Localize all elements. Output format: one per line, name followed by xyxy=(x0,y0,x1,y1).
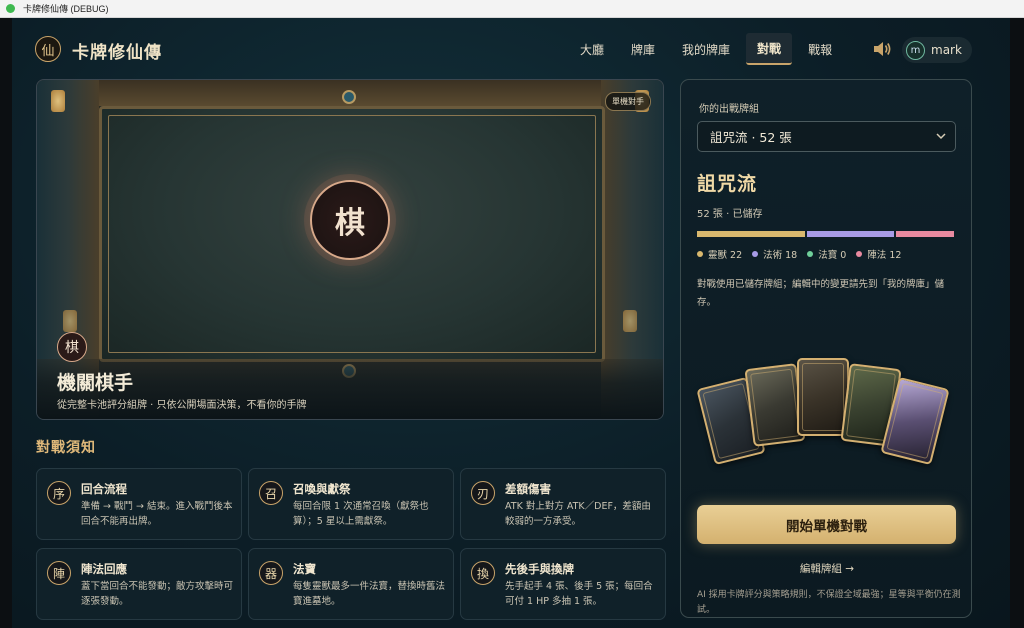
legend-label: 法寶 0 xyxy=(818,250,847,261)
deck-select[interactable]: 詛咒流 · 52 張 xyxy=(697,121,956,152)
legend-item: 法術 18 xyxy=(752,247,797,261)
battle-board-preview: 單機對手 棋 棋 機關棋手 從完整卡池評分組牌 · 只依公開場面決策，不看你的手… xyxy=(36,79,664,420)
window-status-icon[interactable] xyxy=(6,4,15,13)
rules-heading: 對戰須知 xyxy=(36,440,96,456)
rule-text: 蓋下當回合不能發動；敵方攻擊時可逐張發動。 xyxy=(81,581,234,607)
app-root: 仙 卡牌修仙傳 大廳 牌庫 我的牌庫 對戰 戰報 m mark 單機對手 棋 棋… xyxy=(12,18,1010,628)
rule-card: 陣 陣法回應 蓋下當回合不能發動；敵方攻擊時可逐張發動。 xyxy=(36,548,242,620)
rule-card: 序 回合流程 準備 → 戰鬥 → 結束。進入戰鬥後本回合不能再出牌。 xyxy=(36,468,242,540)
legend-dot-icon xyxy=(697,251,703,257)
start-battle-button[interactable]: 開始單機對戰 xyxy=(697,505,956,544)
legend-item: 靈獸 22 xyxy=(697,247,742,261)
composition-segment xyxy=(806,231,895,237)
card-thumbnail xyxy=(797,358,849,436)
chevron-down-icon xyxy=(936,133,946,140)
rule-title: 先後手與換牌 xyxy=(505,562,574,576)
legend-label: 陣法 12 xyxy=(867,250,902,261)
nav-lobby[interactable]: 大廳 xyxy=(569,33,615,65)
formation-icon: 陣 xyxy=(47,561,71,585)
composition-segment xyxy=(697,231,805,237)
deck-panel: 你的出戰牌組 詛咒流 · 52 張 詛咒流 52 張 · 已儲存 靈獸 22 法… xyxy=(680,79,972,618)
nav-card-library[interactable]: 牌庫 xyxy=(620,33,666,65)
deck-meta: 52 張 · 已儲存 xyxy=(697,209,763,220)
nav-battle[interactable]: 對戰 xyxy=(746,33,793,65)
deck-composition-bar xyxy=(697,231,956,237)
rule-title: 回合流程 xyxy=(81,482,127,496)
rule-title: 召喚與獻祭 xyxy=(293,482,351,496)
opponent-description: 從完整卡池評分組牌 · 只依公開場面決策，不看你的手牌 xyxy=(57,400,307,411)
nav-my-library[interactable]: 我的牌庫 xyxy=(671,33,741,65)
legend-label: 法術 18 xyxy=(763,250,798,261)
left-gutter xyxy=(0,18,12,628)
artifact-icon: 器 xyxy=(259,561,283,585)
mode-tag: 單機對手 xyxy=(605,92,651,111)
deck-select-label: 你的出戰牌組 xyxy=(699,104,759,115)
lantern-icon xyxy=(63,310,77,332)
speaker-icon[interactable] xyxy=(872,41,892,57)
right-gutter xyxy=(1010,18,1024,628)
deck-legend: 靈獸 22 法術 18 法寶 0 陣法 12 xyxy=(697,247,911,261)
opponent-emblem: 棋 xyxy=(310,180,390,260)
opponent-badge-icon: 棋 xyxy=(57,332,87,362)
edit-deck-link[interactable]: 編輯牌組 → xyxy=(681,561,973,576)
rule-text: 每隻靈獸最多一件法寶，替換時舊法寶進墓地。 xyxy=(293,581,446,607)
rule-title: 陣法回應 xyxy=(81,562,127,576)
legend-dot-icon xyxy=(807,251,814,257)
rule-card: 刃 差額傷害 ATK 對上對方 ATK／DEF，差額由較弱的一方承受。 xyxy=(460,468,666,540)
main-nav: 大廳 牌庫 我的牌庫 對戰 戰報 xyxy=(569,33,848,65)
nav-battle-reports[interactable]: 戰報 xyxy=(797,33,843,65)
rule-text: 每回合限 1 次通常召喚（獻祭也算）；5 星以上需獻祭。 xyxy=(293,501,429,527)
top-header: 仙 卡牌修仙傳 大廳 牌庫 我的牌庫 對戰 戰報 m mark xyxy=(12,18,1010,80)
rule-text: ATK 對上對方 ATK／DEF，差額由較弱的一方承受。 xyxy=(505,501,651,527)
lantern-icon xyxy=(51,90,65,112)
opponent-name: 機關棋手 xyxy=(57,372,134,394)
deck-card-fan xyxy=(696,352,959,482)
swap-icon: 換 xyxy=(471,561,495,585)
rule-text: 準備 → 戰鬥 → 結束。進入戰鬥後本回合不能再出牌。 xyxy=(81,501,233,527)
window-title-bar: 卡牌修仙傳 (DEBUG) xyxy=(0,0,1024,18)
legend-dot-icon xyxy=(752,251,759,257)
rule-card: 器 法寶 每隻靈獸最多一件法寶，替換時舊法寶進墓地。 xyxy=(248,548,454,620)
window-title: 卡牌修仙傳 (DEBUG) xyxy=(23,4,109,14)
lantern-icon xyxy=(623,310,637,332)
rule-title: 法寶 xyxy=(293,562,316,576)
user-name: mark xyxy=(931,43,962,57)
board-gem-icon xyxy=(342,90,356,104)
rule-card: 召 召喚與獻祭 每回合限 1 次通常召喚（獻祭也算）；5 星以上需獻祭。 xyxy=(248,468,454,540)
summon-icon: 召 xyxy=(259,481,283,505)
ai-disclaimer: AI 採用卡牌評分與策略規則，不保證全域最強；星等與平衡仍在測試。 xyxy=(697,590,961,615)
app-name: 卡牌修仙傳 xyxy=(72,43,162,63)
logo-icon: 仙 xyxy=(35,36,61,62)
rule-title: 差額傷害 xyxy=(505,482,551,496)
avatar: m xyxy=(906,40,925,60)
composition-segment xyxy=(896,231,954,237)
legend-item: 陣法 12 xyxy=(856,247,901,261)
deck-select-value: 詛咒流 · 52 張 xyxy=(710,130,792,145)
blade-icon: 刃 xyxy=(471,481,495,505)
legend-label: 靈獸 22 xyxy=(708,250,743,261)
rule-text: 先手起手 4 張、後手 5 張；每回合可付 1 HP 多抽 1 張。 xyxy=(505,581,653,607)
sequence-icon: 序 xyxy=(47,481,71,505)
legend-dot-icon xyxy=(856,251,863,257)
rule-card: 換 先後手與換牌 先手起手 4 張、後手 5 張；每回合可付 1 HP 多抽 1… xyxy=(460,548,666,620)
deck-name: 詛咒流 xyxy=(697,173,758,195)
deck-note: 對戰使用已儲存牌組；編輯中的變更請先到「我的牌庫」儲存。 xyxy=(697,279,945,308)
user-menu[interactable]: m mark xyxy=(902,37,972,63)
legend-item: 法寶 0 xyxy=(807,247,846,261)
